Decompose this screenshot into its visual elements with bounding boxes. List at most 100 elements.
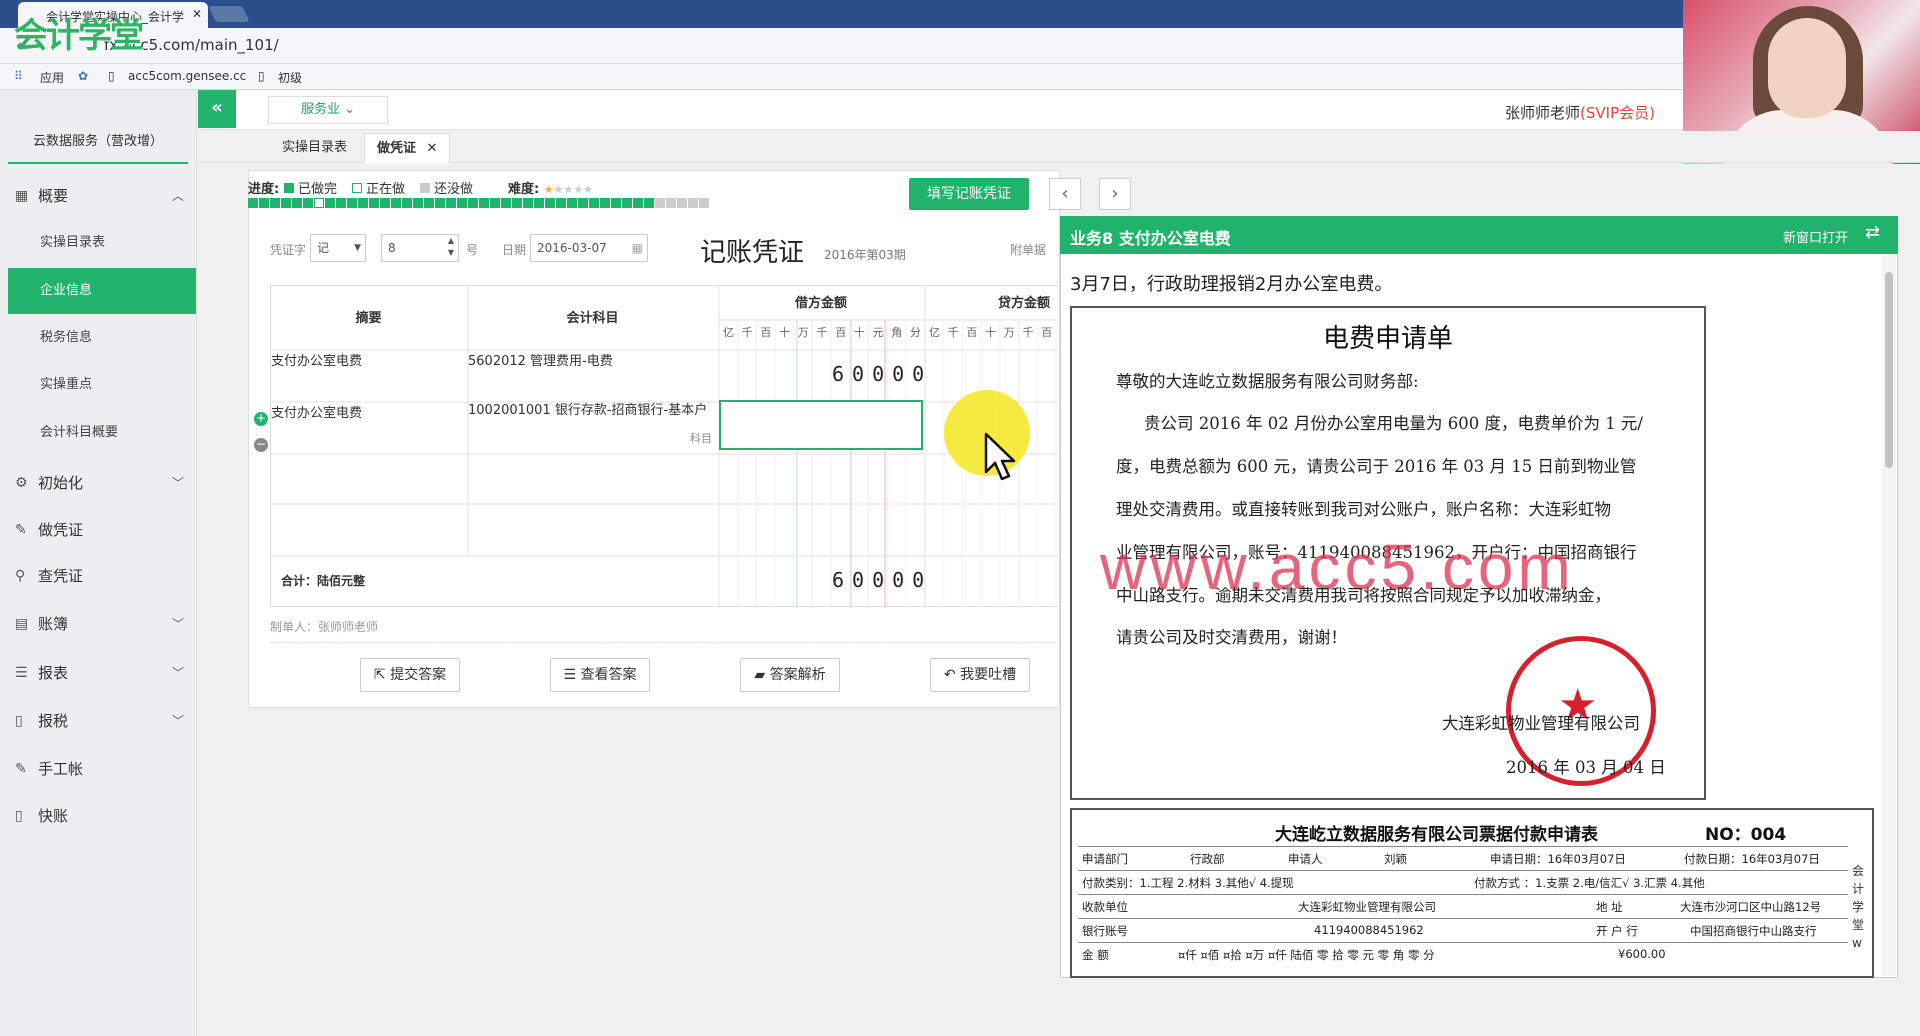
feedback-button[interactable]: ↶ 我要吐槽 — [930, 658, 1030, 692]
fill-voucher-button[interactable]: 填写记账凭证 — [909, 178, 1029, 210]
bookmark-apps[interactable]: 应用 — [40, 69, 64, 86]
digit-label: 十 — [779, 326, 791, 339]
mouse-cursor-icon — [984, 432, 1016, 481]
answer-analysis-button[interactable]: ▰ 答案解析 — [740, 658, 840, 692]
bookmark-gensee[interactable]: acc5com.gensee.cc — [128, 69, 246, 83]
sidebar-sub-company-info[interactable]: 企业信息 — [8, 268, 196, 314]
swap-icon[interactable]: ⇄ — [1865, 222, 1880, 243]
progress-segment — [545, 198, 555, 208]
row1-account[interactable]: 5602012 管理费用-电费 — [468, 350, 613, 369]
scrollbar-thumb[interactable] — [1885, 272, 1893, 468]
row1-summary[interactable]: 支付办公室电费 — [271, 350, 362, 369]
row2-account[interactable]: 1002001001 银行存款-招商银行-基本户 — [468, 402, 708, 420]
progress-segment — [369, 198, 379, 208]
collapse-sidebar-button[interactable]: « — [198, 90, 236, 128]
chevron-up-icon: ︿ — [171, 189, 184, 203]
close-icon[interactable]: ✕ — [192, 7, 202, 21]
sidebar-item-reports[interactable]: ☰ 报表 ﹀ — [8, 650, 196, 696]
progress-segment — [402, 198, 412, 208]
digit-label: 千 — [947, 326, 959, 339]
view-answer-button[interactable]: ☰ 查看答案 — [550, 658, 650, 692]
digit-label: 十 — [853, 326, 865, 339]
file-icon: ▯ — [15, 808, 23, 824]
task-description: 3月7日，行政助理报销2月办公室电费。 — [1070, 274, 1393, 295]
total-debit-amount: 60000 — [832, 568, 933, 592]
search-icon: ⚲ — [15, 568, 26, 584]
bookmark-primary[interactable]: 初级 — [278, 69, 302, 86]
progress-segment — [578, 198, 588, 208]
digit-label: 百 — [835, 326, 847, 339]
gear-icon: ⚙ — [15, 475, 28, 491]
form-row: 申请部门 行政部 申请人 刘颖 申请日期：16年03月07日 付款日期：16年0… — [1078, 846, 1848, 870]
tab-make-voucher[interactable]: 做凭证 ✕ — [364, 133, 451, 163]
next-button[interactable]: › — [1099, 178, 1131, 210]
date-input[interactable]: 2016-03-07 ▦ — [530, 234, 648, 262]
col-account-header: 会计科目 — [566, 311, 619, 326]
remove-row-icon[interactable]: − — [254, 438, 268, 452]
row2-debit-input[interactable] — [719, 400, 923, 450]
sidebar-item-ledger[interactable]: ▤ 账簿 ﹀ — [8, 601, 196, 647]
tab-label: 做凭证 — [377, 141, 417, 156]
pen-icon: ✎ — [15, 522, 27, 538]
sidebar-item-label: 查凭证 — [38, 567, 84, 585]
apps-icon[interactable]: ⠿ — [14, 69, 23, 83]
letter-line: 理处交清费用。或直接转账到我司对公账户，账户名称：大连彩虹物 — [1116, 500, 1611, 519]
sidebar-sub-accounts[interactable]: 会计科目概要 — [8, 410, 196, 456]
digit-label: 千 — [741, 326, 753, 339]
calendar-icon: ▦ — [631, 241, 643, 255]
voucher-word-select[interactable]: 记 ▼ — [310, 234, 366, 262]
submit-answer-button[interactable]: ⇱ 提交答案 — [360, 658, 460, 692]
progress-segment — [347, 198, 357, 208]
sidebar-item-overview[interactable]: ▦ 概要 ︿ — [8, 173, 196, 219]
sidebar-item-quick[interactable]: ▯ 快账 — [8, 793, 196, 839]
new-tab-button[interactable] — [208, 6, 250, 22]
progress-segment — [270, 198, 280, 208]
industry-select[interactable]: 服务业 ⌄ — [268, 96, 388, 124]
form-row: 金 额 ¤仟 ¤佰 ¤拾 ¤万 ¤仟 陆佰 零 拾 零 元 零 角 零 分 ¥6… — [1078, 942, 1848, 966]
row2-summary[interactable]: 支付办公室电费 — [271, 402, 362, 421]
progress-segment — [435, 198, 445, 208]
voucher-word-label: 凭证字 — [270, 243, 307, 257]
sidebar-sub-key-points[interactable]: 实操重点 — [8, 362, 196, 408]
digit-label: 万 — [1003, 326, 1015, 339]
difficulty-label: 难度: ★★★★★ — [508, 182, 594, 197]
voucher-number-suffix: 号 — [466, 243, 479, 257]
row1-debit-amount[interactable]: 60000 — [832, 362, 932, 386]
address-bar[interactable] — [0, 28, 1920, 64]
sidebar-sub-tax-info[interactable]: 税务信息 — [8, 315, 196, 361]
progress-segment — [589, 198, 599, 208]
tab-catalog[interactable]: 实操目录表 — [270, 133, 359, 163]
progress-segment — [611, 198, 621, 208]
sidebar-item-init[interactable]: ⚙ 初始化 ﹀ — [8, 460, 196, 506]
divider — [270, 642, 1060, 643]
open-new-window-link[interactable]: 新窗口打开 — [1783, 227, 1848, 246]
letter-line: 尊敬的大连屹立数据服务有限公司财务部: — [1116, 372, 1419, 391]
sidebar-sub-catalog[interactable]: 实操目录表 — [8, 220, 196, 266]
digit-label: 百 — [966, 326, 978, 339]
sidebar-item-manual[interactable]: ✎ 手工帐 — [8, 746, 196, 792]
task-title: 业务8 支付办公室电费 — [1070, 229, 1231, 248]
progress-segment — [446, 198, 456, 208]
progress-segment — [468, 198, 478, 208]
external-icon: ⇱ — [373, 667, 386, 683]
sidebar-item-make-voucher[interactable]: ✎ 做凭证 — [8, 507, 196, 553]
prev-button[interactable]: ‹ — [1049, 178, 1081, 210]
voucher-number-stepper[interactable]: 8 ▲ ▼ — [381, 234, 459, 262]
letter-title: 电费申请单 — [1322, 324, 1453, 354]
close-icon[interactable]: ✕ — [427, 141, 438, 156]
add-row-icon[interactable]: + — [254, 412, 268, 426]
folder-icon: ▰ — [754, 667, 766, 683]
form-side-text: 会计学堂w — [1852, 864, 1865, 950]
voucher-period: 2016年第03期 — [824, 248, 906, 262]
grid-icon: ▦ — [15, 188, 29, 204]
letter-line: 中山路支行。逾期未交清费用我司将按照合同规定予以加收滞纳金， — [1116, 586, 1611, 605]
progress-segment — [490, 198, 500, 208]
form-row: 付款类别：1.工程 2.材料 3.其他√ 4.提现 付款方式 ：1.支票 2.电… — [1078, 870, 1848, 894]
progress-segment — [688, 198, 698, 208]
form-row: 收款单位 大连彩虹物业管理有限公司 地 址 大连市沙河口区中山路12号 — [1078, 894, 1848, 918]
progress-segment — [303, 198, 313, 208]
letter-signature: 大连彩虹物业管理有限公司 — [1442, 714, 1640, 733]
sidebar-item-tax[interactable]: ▯ 报税 ﹀ — [8, 698, 196, 744]
sidebar-item-query-voucher[interactable]: ⚲ 查凭证 — [8, 553, 196, 599]
row2-account-hint: 科目 — [690, 432, 712, 445]
